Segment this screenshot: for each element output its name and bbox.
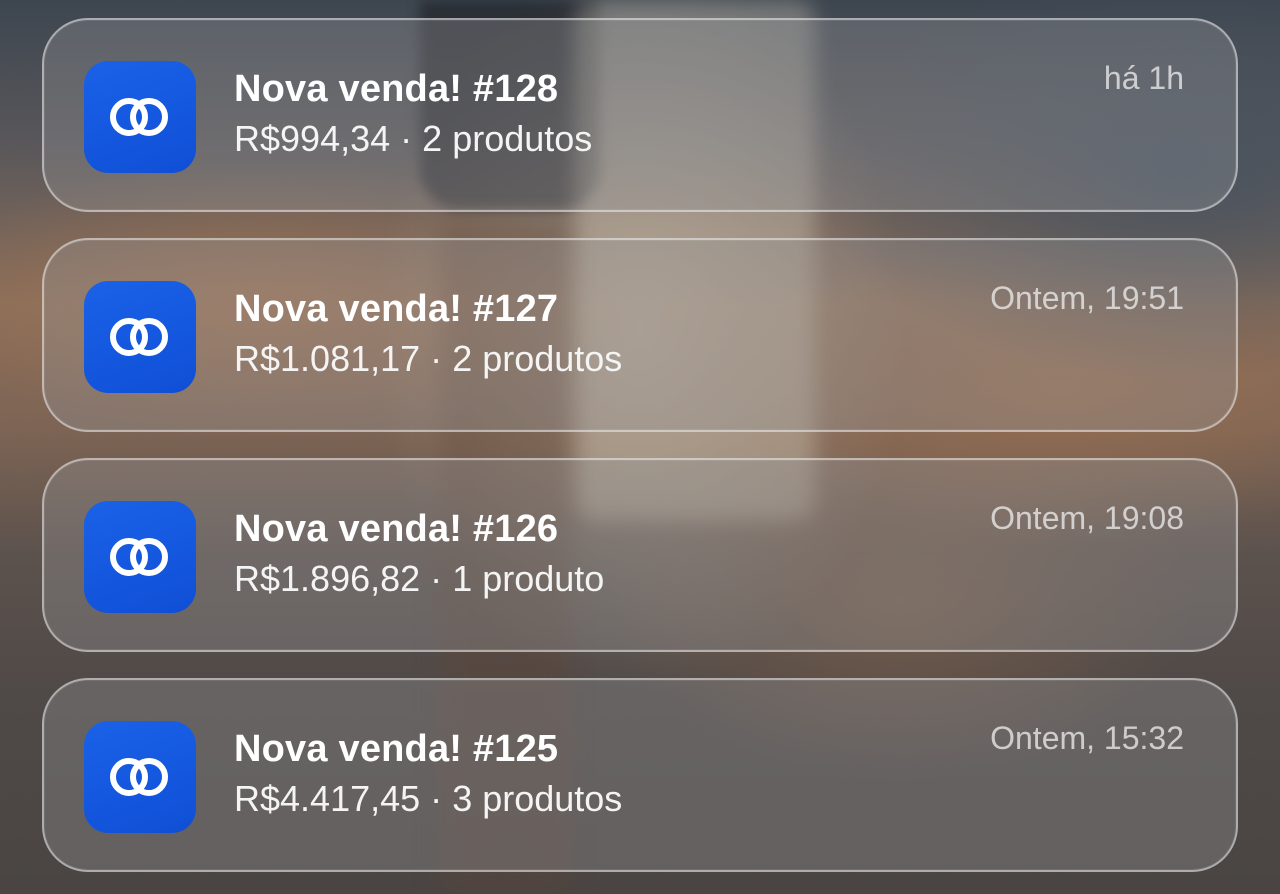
notification-body: R$4.417,45 · 3 produtos (234, 778, 622, 820)
notification-card[interactable]: Nova venda! #128 R$994,34 · 2 produtos h… (42, 18, 1238, 212)
notification-time: Ontem, 19:51 (990, 280, 1184, 316)
notification-time: há 1h (1103, 60, 1184, 96)
notification-body: R$1.896,82 · 1 produto (234, 558, 604, 600)
notification-card[interactable]: Nova venda! #126 R$1.896,82 · 1 produto … (42, 458, 1238, 652)
notification-body: R$1.081,17 · 2 produtos (234, 338, 622, 380)
app-icon (84, 281, 196, 393)
notification-time: Ontem, 19:08 (990, 500, 1184, 536)
separator: · (400, 118, 413, 159)
separator: · (430, 338, 443, 379)
notification-card[interactable]: Nova venda! #127 R$1.081,17 · 2 produtos… (42, 238, 1238, 432)
notification-card[interactable]: Nova venda! #125 R$4.417,45 · 3 produtos… (42, 678, 1238, 872)
item-count: 2 produtos (422, 118, 593, 159)
notification-body: R$994,34 · 2 produtos (234, 118, 592, 160)
sale-amount: R$994,34 (234, 118, 391, 159)
app-icon (84, 501, 196, 613)
notification-title: Nova venda! #126 (234, 508, 559, 550)
item-count: 2 produtos (452, 338, 623, 379)
sale-amount: R$1.081,17 (234, 338, 421, 379)
separator: · (430, 558, 443, 599)
notification-title: Nova venda! #128 (234, 68, 559, 110)
linked-rings-icon (110, 758, 168, 796)
notification-time: Ontem, 15:32 (990, 720, 1184, 756)
separator: · (430, 778, 443, 819)
notification-stack: Nova venda! #128 R$994,34 · 2 produtos h… (42, 18, 1238, 894)
linked-rings-icon (110, 538, 168, 576)
sale-amount: R$4.417,45 (234, 778, 421, 819)
app-icon (84, 721, 196, 833)
linked-rings-icon (110, 318, 168, 356)
item-count: 3 produtos (452, 778, 623, 819)
sale-amount: R$1.896,82 (234, 558, 421, 599)
app-icon (84, 61, 196, 173)
linked-rings-icon (110, 98, 168, 136)
notification-title: Nova venda! #125 (234, 728, 559, 770)
notification-title: Nova venda! #127 (234, 288, 559, 330)
item-count: 1 produto (452, 558, 605, 599)
